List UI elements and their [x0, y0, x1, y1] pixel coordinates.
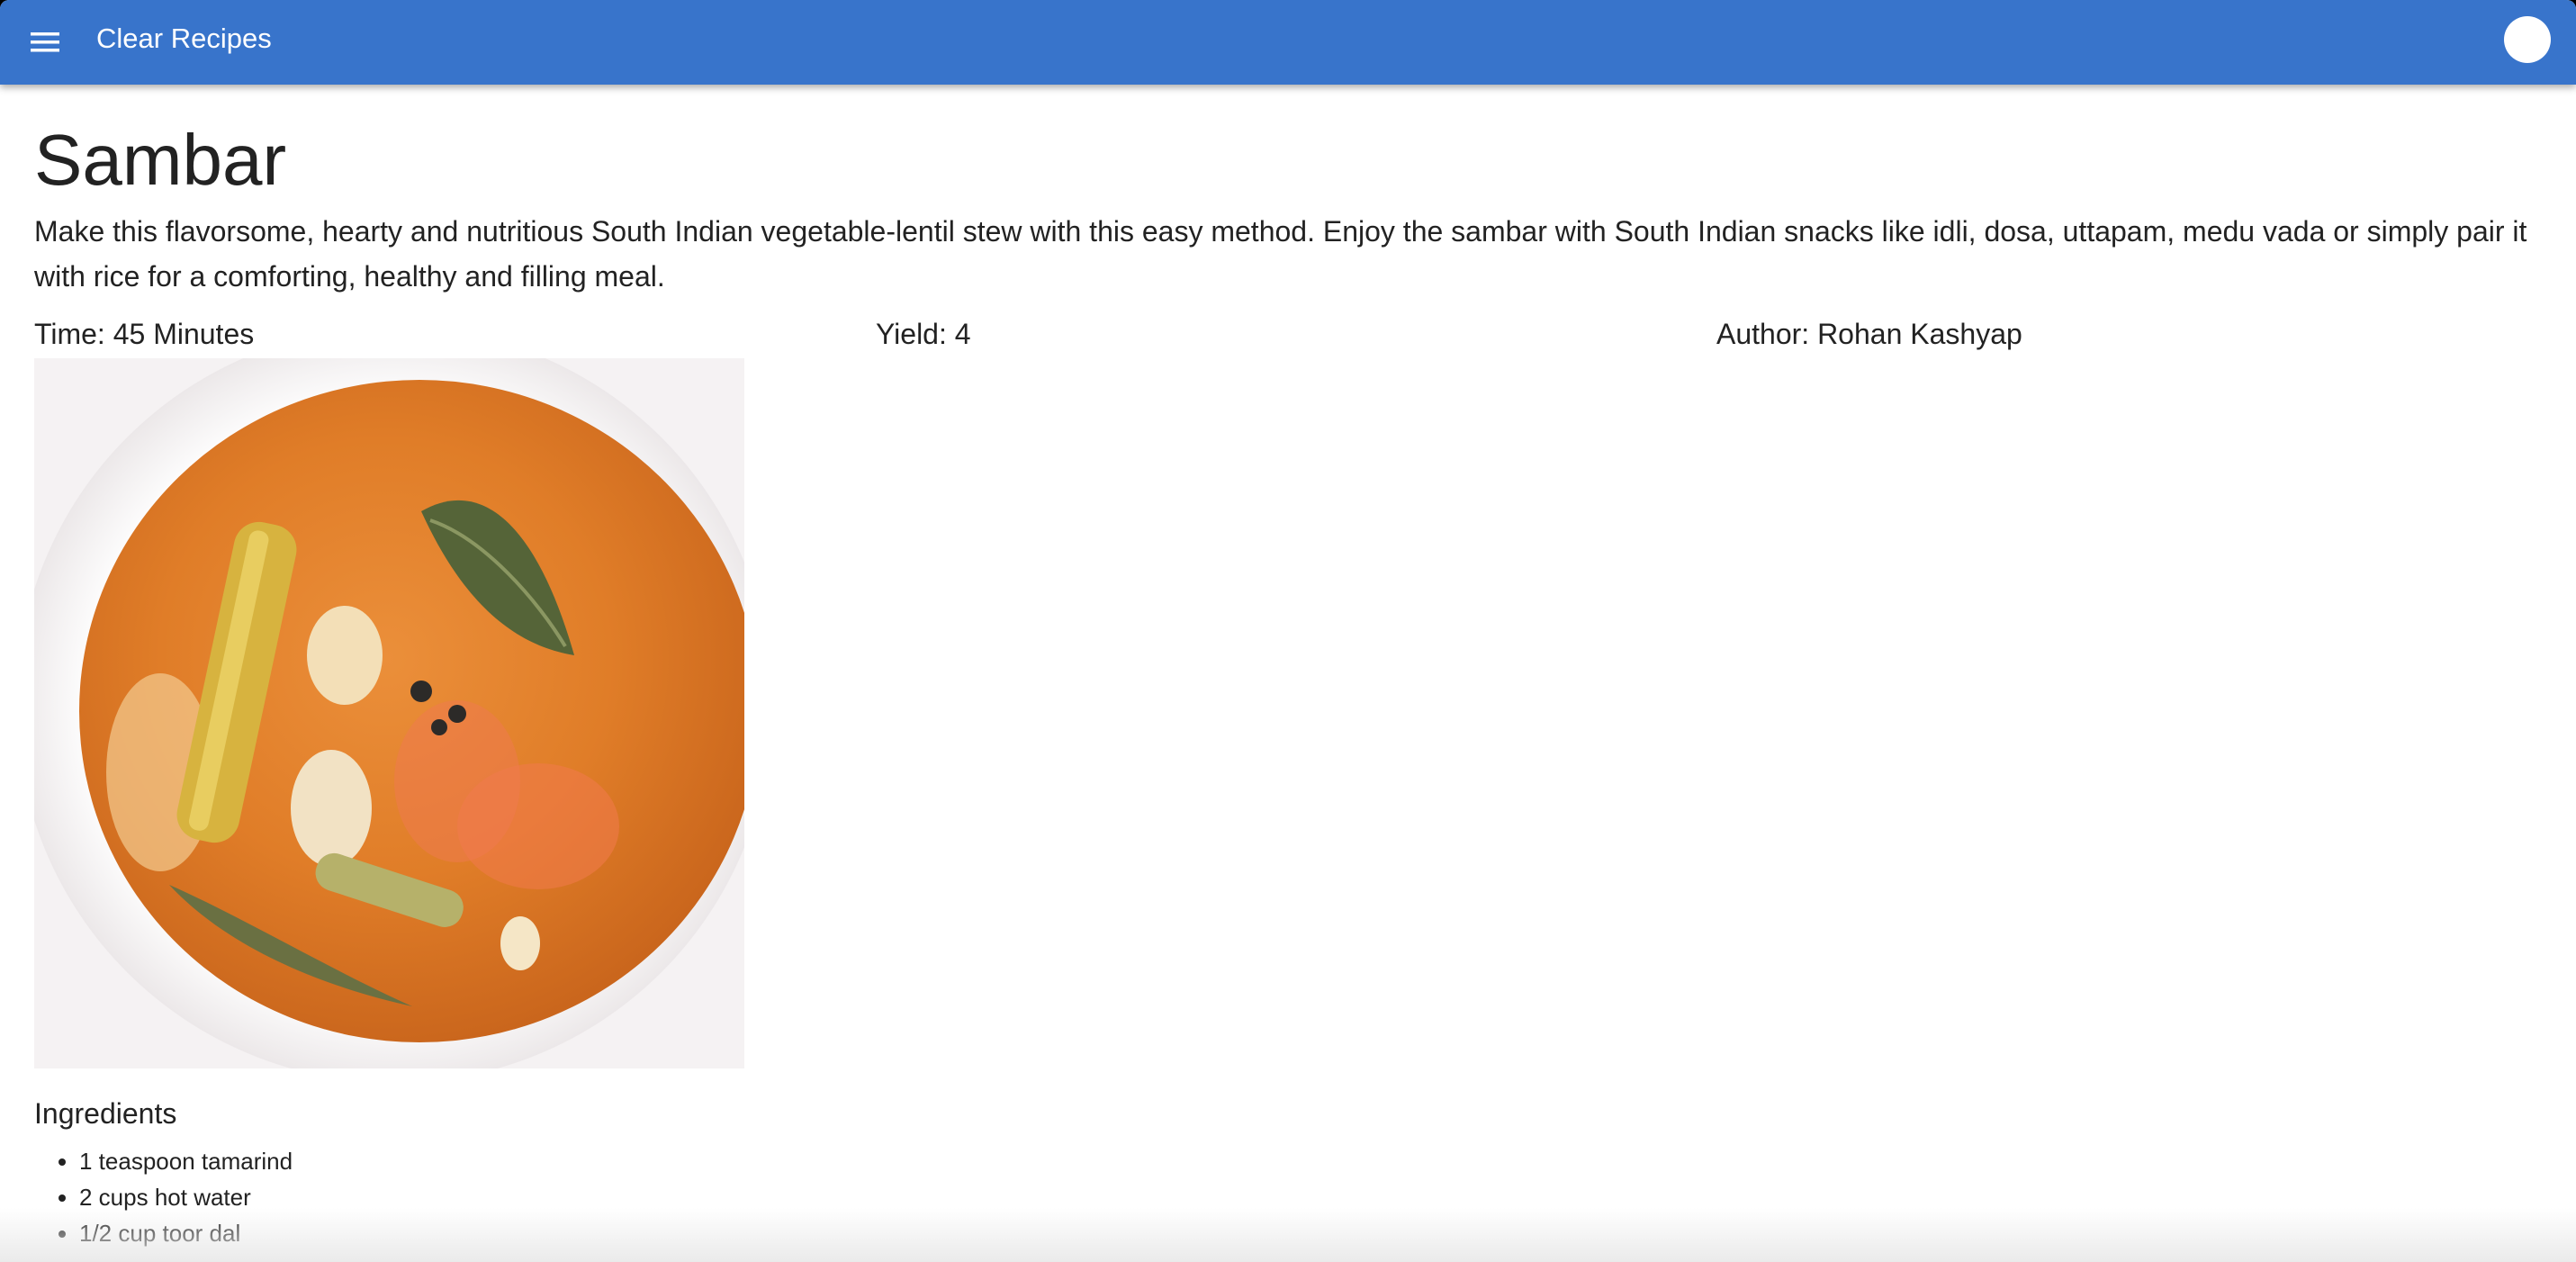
ingredient-item: 1/2 cup toor dal [79, 1215, 293, 1251]
recipe-meta: Time: 45 Minutes Yield: 4 Author: Rohan … [34, 311, 2545, 356]
app-title: Clear Recipes [96, 23, 272, 54]
app-bar: Clear Recipes [0, 0, 2576, 85]
recipe-photo [34, 358, 744, 1068]
recipe-title: Sambar [34, 120, 287, 200]
recipe-yield: Yield: 4 [876, 318, 971, 350]
app-window: Clear Recipes Sambar Make this flavorsom… [0, 0, 2576, 1262]
ingredient-item: 2 cups hot water [79, 1179, 293, 1215]
bottom-shadow [0, 1208, 2576, 1262]
ingredients-heading: Ingredients [34, 1097, 177, 1130]
ingredients-list: 1 teaspoon tamarind 2 cups hot water 1/2… [34, 1143, 293, 1251]
hamburger-menu-icon[interactable] [18, 20, 72, 65]
recipe-description: Make this flavorsome, hearty and nutriti… [34, 215, 2527, 293]
recipe-time: Time: 45 Minutes [34, 318, 255, 350]
ingredient-item: 1 teaspoon tamarind [79, 1143, 293, 1179]
recipe-author: Author: Rohan Kashyap [1716, 318, 2022, 350]
user-avatar[interactable] [2504, 16, 2551, 63]
